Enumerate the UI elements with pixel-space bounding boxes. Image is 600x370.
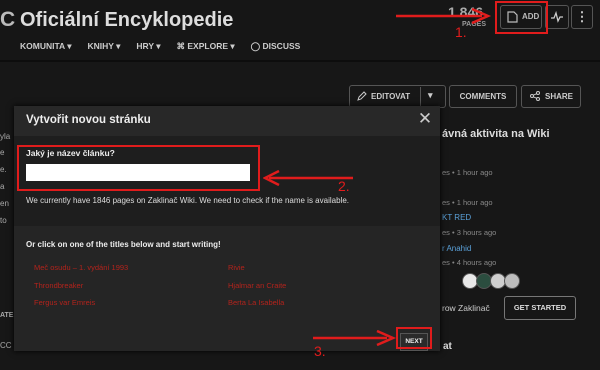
suggestion-link[interactable]: Rivie [228,263,245,272]
annotation-box-add [495,1,548,34]
section-heading-fragment: at [443,341,452,352]
nav-explore[interactable]: ⌘ EXPLORE ▾ [177,41,235,53]
suggestion-link[interactable]: Berta La Isabella [228,298,284,307]
pencil-icon [357,91,367,101]
annotation-label-1: 1. [455,24,467,40]
edit-label: EDITOVAT [371,92,411,101]
edit-dropdown-icon[interactable] [420,87,421,106]
left-fragment: to [0,216,7,225]
get-started-button[interactable]: GET STARTED [504,296,576,320]
site-title[interactable]: Oficiální Encyklopedie [20,9,233,32]
activity-icon [551,10,563,23]
activity-time: es • 1 hour ago [442,168,493,177]
close-icon[interactable]: ✕ [416,110,434,128]
nav-knihy[interactable]: KNIHY ▾ [87,41,120,53]
activity-link[interactable]: KT RED [442,213,471,222]
share-label: SHARE [545,92,574,101]
nav-hry[interactable]: HRY ▾ [136,41,160,53]
share-icon [530,91,540,101]
left-fragment: ATE [0,312,14,319]
annotation-label-2: 2. [338,178,350,194]
more-options-icon[interactable]: ⋮ [571,5,593,29]
left-fragment: CC [0,341,12,350]
community-text: row Zaklinač [442,303,490,313]
activity-time: es • 1 hour ago [442,198,493,207]
main-nav: KOMUNITA ▾ KNIHY ▾ HRY ▾ ⌘ EXPLORE ▾ ◯ D… [20,41,300,53]
avatar[interactable] [504,273,520,289]
create-page-modal: Vytvořit novou stránku ✕ Jaký je název č… [14,106,440,351]
annotation-arrow-1-icon [396,8,492,24]
suggestion-link[interactable]: Hjalmar an Craite [228,281,286,290]
left-fragment: e [0,148,5,157]
suggestion-link[interactable]: Throndbreaker [34,281,83,290]
suggestion-link[interactable]: Meč osudu – 1. vydání 1993 [34,263,128,272]
modal-title: Vytvořit novou stránku [26,114,151,126]
activity-time: es • 3 hours ago [442,228,497,237]
edit-button[interactable]: EDITOVAT ▾ [349,85,446,108]
left-fragment: en [0,199,9,208]
share-button[interactable]: SHARE [521,85,581,108]
comments-button[interactable]: COMMENTS [449,85,517,108]
recent-activity-heading: ávná aktivita na Wiki [442,128,550,140]
annotation-label-3: 3. [314,343,326,359]
left-fragment: yla [0,132,11,141]
suggestions-heading: Or click on one of the titles below and … [26,240,221,249]
annotation-box-next [396,327,432,349]
annotation-box-input [17,145,260,191]
left-fragment: a [0,182,5,191]
activity-link[interactable]: r Anahid [442,244,471,253]
site-logo-fragment: C [0,8,16,31]
left-fragment: e. [0,165,7,174]
activity-time: es • 4 hours ago [442,258,497,267]
chevron-down-icon[interactable]: ▾ [428,90,433,101]
nav-komunita[interactable]: KOMUNITA ▾ [20,41,71,53]
modal-header: Vytvořit novou stránku ✕ [14,106,440,136]
page-count-info: We currently have 1846 pages on Zaklinač… [26,196,349,205]
nav-discuss[interactable]: ◯ DISCUSS [251,41,301,53]
activity-button[interactable] [545,5,569,29]
suggestion-link[interactable]: Fergus var Emreis [34,298,95,307]
